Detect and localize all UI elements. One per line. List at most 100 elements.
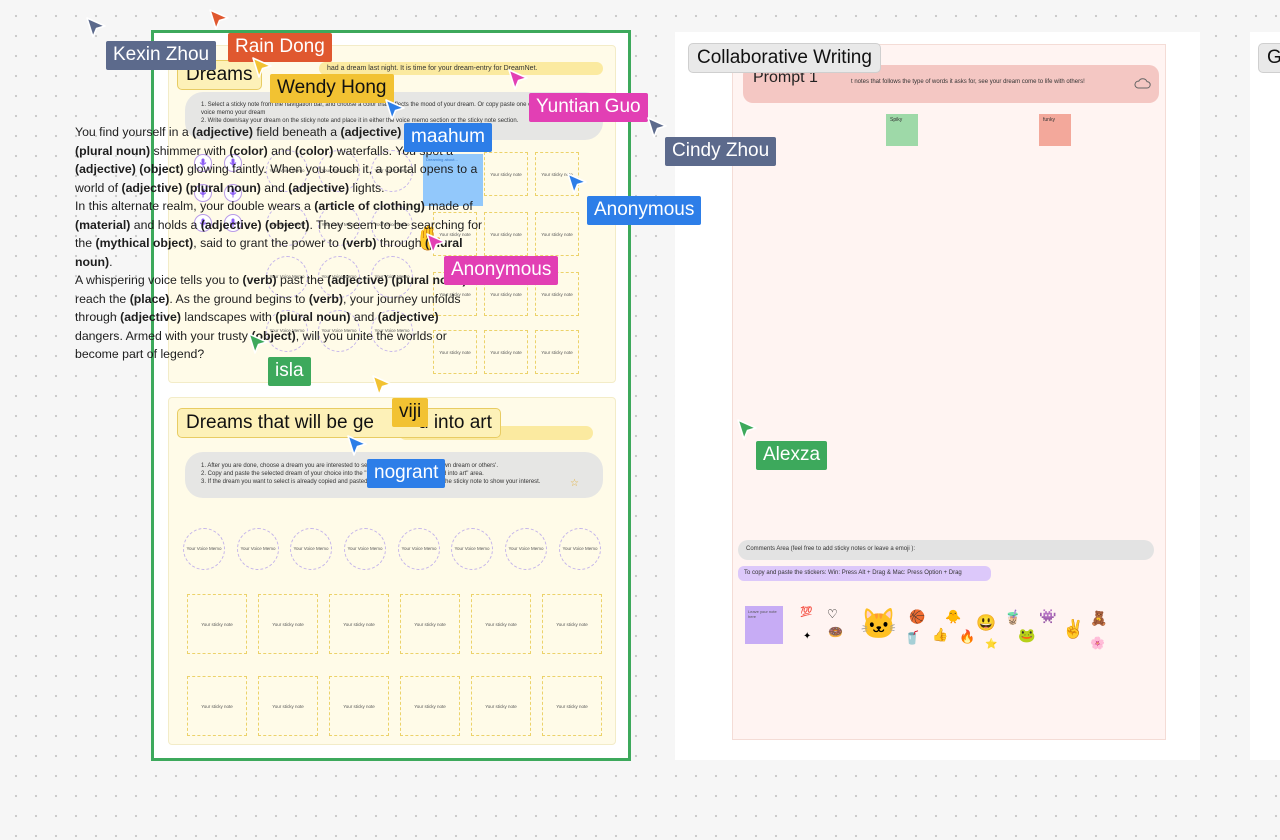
chick-sticker-icon[interactable]: 🐥 [945, 610, 961, 623]
donut-sticker-icon[interactable]: 🍩 [828, 626, 843, 638]
sticky-note-slot[interactable]: Your sticky note [400, 594, 460, 654]
story-text-run: , said to grant the power to [193, 236, 343, 250]
voice-memo-slot[interactable]: Your Voice Memo [183, 528, 225, 570]
story-text-run: In this alternate realm, your double wea… [75, 199, 315, 213]
copy-hint: To copy and paste the stickers: Win: Pre… [738, 566, 991, 581]
alien-sticker-icon[interactable]: 👾 [1039, 609, 1056, 623]
sticky-note-slot[interactable]: Your sticky note [329, 676, 389, 736]
sticky-note-slot[interactable]: Your sticky note [542, 594, 602, 654]
sticky-note-slot[interactable]: Your sticky note [484, 212, 528, 256]
cursor-label-rain-dong: Rain Dong [228, 33, 332, 62]
cursor-arrow-icon [506, 68, 532, 94]
sticky-note-slot[interactable]: Your sticky note [329, 594, 389, 654]
word-blank: (adjective) [288, 180, 350, 195]
section-title-text: Dreams that will be ge [186, 412, 374, 433]
voice-memo-slot[interactable]: Your Voice Memo [290, 528, 332, 570]
story-text-run: . [109, 254, 113, 269]
thumbs-up-sticker-icon[interactable]: 👍 [932, 628, 948, 641]
story-text-run: made of [424, 199, 473, 213]
next-frame[interactable] [1250, 32, 1280, 760]
word-blank: (material) [75, 217, 131, 232]
cursor-label-alexza: Alexza [756, 441, 828, 470]
cursor-arrow-icon [84, 16, 110, 42]
word-blank: (verb) [242, 273, 277, 287]
purple-sticky-note[interactable]: Leave your note here [745, 606, 783, 644]
word-blank: (verb) [308, 291, 343, 306]
cursor-label-maahum: maahum [404, 123, 492, 152]
story-text-run: You find yourself in a [75, 125, 193, 139]
sticky-note-slot[interactable]: Your sticky note [400, 676, 460, 736]
voice-memo-slot[interactable]: Your Voice Memo [344, 528, 386, 570]
cursor-arrow-icon [565, 172, 591, 198]
cursor-label-viji: viji [392, 398, 429, 427]
word-blank: (mythical object) [95, 236, 194, 250]
frame-title-next[interactable]: G [1258, 43, 1280, 73]
story-text-run: A whispering voice tells you to [75, 273, 243, 287]
cursor-label-yuntian-guo: Yuntian Guo [529, 93, 648, 122]
sticky-note-slot[interactable]: Your sticky note [258, 594, 318, 654]
hundred-sticker-icon[interactable]: 💯 [800, 608, 812, 618]
prompt-description: t notes that follows the type of words i… [851, 79, 1085, 85]
sticky-note-slot[interactable]: Your sticky note [484, 330, 528, 374]
sticky-chip-green[interactable]: Spiky [886, 114, 918, 146]
voice-memo-slot[interactable]: Your Voice Memo [237, 528, 279, 570]
sticky-note-slot[interactable]: Your sticky note [471, 676, 531, 736]
story-text-run: past the [276, 273, 328, 287]
frog-sticker-icon[interactable]: 🐸 [1018, 628, 1035, 642]
word-blank: (adjective) (plural noun) [121, 180, 261, 195]
cursor-arrow-icon [207, 8, 233, 34]
voice-memo-slot[interactable]: Your Voice Memo [505, 528, 547, 570]
story-text-run: field beneath a [252, 125, 341, 139]
cursor-label-cindy-zhou: Cindy Zhou [665, 137, 777, 166]
cursor-label-isla: isla [268, 357, 311, 386]
word-blank: (article of clothing) [314, 199, 425, 213]
frame-title-collaborative-writing[interactable]: Collaborative Writing [688, 43, 881, 73]
sparkle-sticker-icon[interactable]: ✦ [803, 632, 811, 642]
flower-sticker-icon[interactable]: 🌸 [1090, 637, 1105, 649]
peace-sign-sticker-icon[interactable]: ✌ [1062, 620, 1084, 638]
cursor-arrow-icon [370, 374, 396, 400]
sticky-note-slot[interactable]: Your sticky note [535, 330, 579, 374]
sticky-chip-pink[interactable]: funky [1039, 114, 1071, 146]
word-blank: (adjective) [192, 125, 253, 139]
story-text-run: and [260, 180, 289, 195]
sticky-note-slot[interactable]: Your sticky note [535, 212, 579, 256]
comments-area[interactable]: Comments Area (feel free to add sticky n… [738, 540, 1154, 560]
sticky-note-slot[interactable]: Your sticky note [484, 152, 528, 196]
word-blank: (plural noun) [75, 143, 151, 158]
star-sticker-icon[interactable]: ⭐ [985, 640, 997, 650]
sticky-note-slot[interactable]: Your sticky note [187, 594, 247, 654]
cursor-label-wendy-hong: Wendy Hong [270, 74, 394, 103]
sticky-note-slot[interactable]: Your sticky note [542, 676, 602, 736]
voice-memo-slot[interactable]: Your Voice Memo [398, 528, 440, 570]
smile-sticker-icon[interactable]: 😃 [976, 616, 996, 632]
sticky-note-slot[interactable]: Your sticky note [471, 594, 531, 654]
dreams-to-art-section: Dreams that will be ge d into art 1. Afte… [168, 397, 616, 745]
story-text-run: through [376, 236, 425, 250]
word-blank: (adjective) (object) [200, 217, 310, 232]
word-blank: (adjective) [377, 310, 439, 324]
sticky-note-slot[interactable]: Your sticky note [187, 676, 247, 736]
cursor-arrow-icon [383, 98, 409, 124]
basketball-sticker-icon[interactable]: 🏀 [909, 610, 925, 623]
story-text-run: landscapes with [180, 310, 276, 324]
story-text-run: lights. [349, 180, 385, 195]
cursor-label-anonymous: Anonymous [444, 256, 559, 285]
section-title[interactable]: Dreams that will be ge d into art [177, 408, 501, 438]
story-paragraph: A whispering voice tells you to (verb) p… [75, 271, 487, 364]
word-blank: (place) [129, 291, 170, 306]
story-text-run: and [350, 310, 378, 324]
voice-memo-slot[interactable]: Your Voice Memo [451, 528, 493, 570]
word-blank: (plural noun) [275, 310, 351, 324]
drink-sticker-icon[interactable]: 🥤 [904, 631, 920, 644]
voice-memo-slot[interactable]: Your Voice Memo [559, 528, 601, 570]
fire-sticker-icon[interactable]: 🔥 [959, 630, 975, 643]
cat-sticker-icon[interactable]: 🐱 [860, 610, 897, 640]
sticky-note-slot[interactable]: Your sticky note [258, 676, 318, 736]
word-blank: (verb) [342, 236, 377, 250]
bubble-tea-sticker-icon[interactable]: 🧋 [1004, 610, 1021, 624]
cursor-label-anonymous: Anonymous [587, 196, 702, 225]
bear-sticker-icon[interactable]: 🧸 [1090, 611, 1107, 625]
word-blank: (adjective) [340, 125, 402, 139]
heart-sticker-icon[interactable]: ♡ [827, 608, 838, 620]
